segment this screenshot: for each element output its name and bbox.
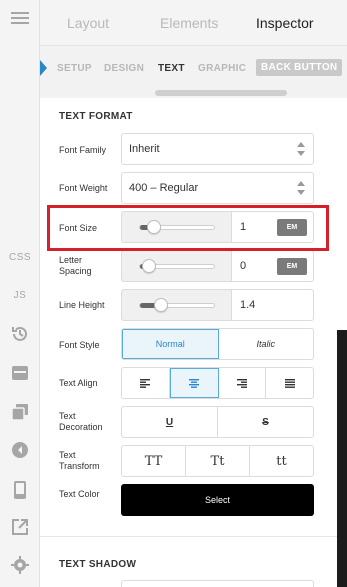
slider-handle[interactable] [142, 259, 156, 273]
align-left-button[interactable] [122, 368, 170, 398]
subtab-design[interactable]: DESIGN [104, 63, 144, 74]
subtab-graphic[interactable]: GRAPHIC [198, 63, 246, 74]
section-title-text-format: TEXT FORMAT [59, 111, 133, 122]
select-arrows-icon [297, 181, 305, 195]
text-decoration-label: Text Decoration [59, 411, 103, 432]
left-rail: CSS JS [0, 0, 40, 587]
back-icon[interactable] [0, 441, 40, 459]
letter-spacing-input[interactable]: 0 EM [231, 250, 314, 282]
layout-icon[interactable] [0, 365, 40, 381]
font-family-value: Inherit [129, 143, 160, 155]
line-height-slider-box [121, 289, 231, 321]
line-height-slider[interactable] [139, 298, 215, 312]
line-height-value: 1.4 [240, 299, 256, 311]
tab-layout[interactable]: Layout [67, 15, 109, 31]
subtab-back-button[interactable]: BACK BUTTON [256, 59, 343, 76]
gear-icon[interactable] [0, 556, 40, 574]
font-style-label: Font Style [59, 340, 100, 350]
js-button[interactable]: JS [0, 290, 40, 301]
align-center-icon [189, 378, 200, 388]
font-weight-select[interactable]: 400 – Regular [121, 172, 314, 204]
select-arrows-icon [297, 142, 305, 156]
text-transform-toggle: TT Tt tt [121, 445, 314, 477]
section-title-text-shadow: TEXT SHADOW [59, 559, 137, 570]
text-color-select-button[interactable]: Select [121, 484, 314, 516]
history-icon[interactable] [0, 325, 40, 343]
subtab-scrollbar[interactable] [155, 90, 287, 96]
line-height-input[interactable]: 1.4 [231, 289, 314, 321]
underline-button[interactable]: U [122, 407, 218, 437]
font-style-toggle: Normal Italic [121, 328, 314, 360]
align-justify-button[interactable] [266, 368, 313, 398]
align-justify-icon [284, 378, 295, 388]
letter-spacing-label: Letter Spacing [59, 255, 92, 276]
scroll-left-icon[interactable] [40, 60, 47, 76]
align-right-icon [236, 378, 247, 388]
letter-spacing-value: 0 [240, 260, 247, 272]
font-style-italic-button[interactable]: Italic [219, 329, 314, 359]
font-family-label: Font Family [59, 145, 107, 155]
text-align-label: Text Align [59, 378, 98, 388]
text-align-toggle [121, 367, 314, 399]
font-size-highlight [47, 205, 329, 251]
align-left-icon [140, 378, 151, 388]
top-tabs: Layout Elements Inspector [40, 0, 347, 46]
text-transform-label: Text Transform [59, 450, 100, 471]
underline-icon: U [165, 416, 174, 428]
letter-spacing-unit-button[interactable]: EM [277, 258, 307, 275]
font-weight-label: Font Weight [59, 183, 108, 193]
text-color-label: Text Color [59, 489, 100, 499]
subtab-text[interactable]: TEXT [158, 63, 185, 74]
menu-icon[interactable] [0, 10, 40, 26]
slider-handle[interactable] [154, 298, 168, 312]
export-icon[interactable] [0, 518, 40, 536]
align-center-button[interactable] [169, 368, 219, 398]
text-decoration-toggle: U S [121, 406, 314, 438]
font-weight-value: 400 – Regular [129, 182, 199, 194]
section-divider [40, 536, 337, 537]
tab-elements[interactable]: Elements [160, 15, 218, 31]
font-family-select[interactable]: Inherit [121, 133, 314, 165]
css-button[interactable]: CSS [0, 252, 40, 263]
tab-inspector[interactable]: Inspector [256, 15, 314, 31]
letter-spacing-slider[interactable] [139, 259, 215, 273]
text-shadow-control[interactable] [121, 580, 314, 587]
duplicate-icon[interactable] [0, 403, 40, 421]
subtab-setup[interactable]: SETUP [57, 63, 92, 74]
capitalize-button[interactable]: Tt [186, 446, 250, 476]
line-height-label: Line Height [59, 300, 105, 310]
font-style-normal-button[interactable]: Normal [122, 329, 219, 359]
uppercase-button[interactable]: TT [122, 446, 186, 476]
strikethrough-icon: S [262, 416, 269, 428]
align-right-button[interactable] [219, 368, 267, 398]
letter-spacing-slider-box [121, 250, 231, 282]
canvas-edge [337, 330, 347, 587]
strikethrough-button[interactable]: S [218, 407, 313, 437]
mobile-icon[interactable] [0, 480, 40, 500]
lowercase-button[interactable]: tt [250, 446, 313, 476]
